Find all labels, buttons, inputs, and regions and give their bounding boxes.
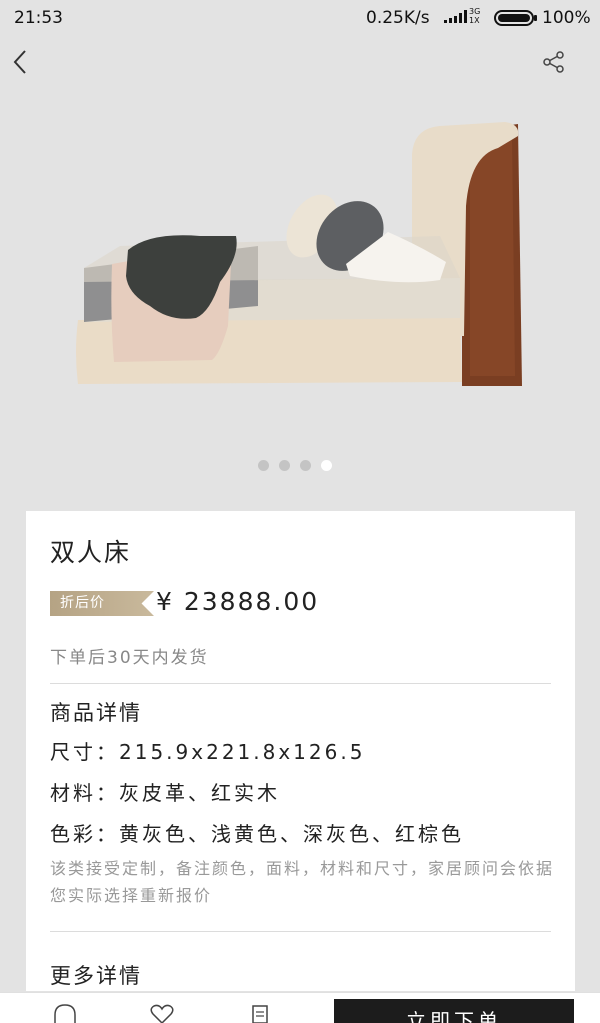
signal-icon bbox=[444, 10, 467, 23]
divider bbox=[50, 683, 551, 684]
carousel-dot-active[interactable] bbox=[321, 460, 332, 471]
network-type-top: 3G bbox=[469, 7, 481, 16]
product-image[interactable] bbox=[0, 36, 600, 506]
detail-colors: 色彩：黄灰色、浅黄色、深灰色、红棕色 bbox=[50, 822, 464, 846]
divider bbox=[50, 931, 551, 932]
network-type-bottom: 1X bbox=[469, 16, 480, 25]
product-info-card: 双人床 折后价 ¥ 23888.00 下单后30天内发货 商品详情 尺寸：215… bbox=[26, 511, 575, 991]
detail-size: 尺寸：215.9x221.8x126.5 bbox=[50, 740, 366, 764]
battery-icon bbox=[494, 10, 537, 26]
customization-note: 该类接受定制，备注颜色，面料，材料和尺寸，家居顾问会依据您实际选择重新报价 bbox=[50, 859, 555, 905]
discount-tag: 折后价 bbox=[50, 591, 154, 616]
battery-percent: 100% bbox=[542, 8, 591, 28]
bottom-action-bar: 立即下单 bbox=[0, 992, 600, 1023]
heart-icon[interactable] bbox=[147, 1003, 177, 1023]
product-title: 双人床 bbox=[50, 538, 132, 567]
status-time: 21:53 bbox=[14, 8, 63, 28]
detail-material: 材料：灰皮革、红实木 bbox=[50, 781, 280, 805]
product-price: ¥ 23888.00 bbox=[156, 587, 320, 616]
carousel-dot[interactable] bbox=[300, 460, 311, 471]
details-heading: 商品详情 bbox=[50, 701, 142, 725]
network-type: 3G 1X bbox=[469, 7, 480, 25]
buy-now-button[interactable]: 立即下单 bbox=[334, 999, 574, 1023]
headset-icon[interactable] bbox=[50, 1003, 80, 1023]
status-bar: 21:53 0.25K/s 3G 1X 100% bbox=[0, 0, 600, 36]
more-details-heading[interactable]: 更多详情 bbox=[50, 960, 142, 990]
carousel-dot[interactable] bbox=[258, 460, 269, 471]
carousel-dot[interactable] bbox=[279, 460, 290, 471]
carousel-indicator bbox=[258, 460, 332, 471]
shipping-info: 下单后30天内发货 bbox=[50, 648, 209, 668]
document-icon[interactable] bbox=[245, 1003, 275, 1023]
network-speed: 0.25K/s bbox=[366, 8, 430, 28]
